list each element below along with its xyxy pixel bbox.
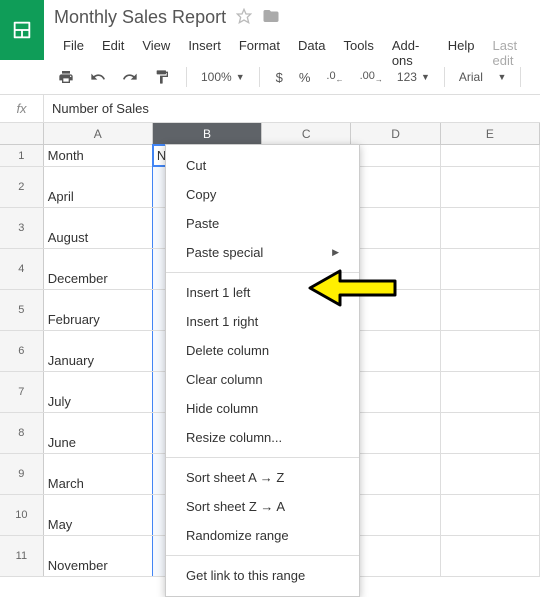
- number-format-dropdown[interactable]: 123 ▼: [393, 70, 434, 84]
- context-clear-column[interactable]: Clear column: [166, 365, 359, 394]
- select-all-corner[interactable]: [0, 123, 44, 144]
- row-header[interactable]: 2: [0, 167, 44, 207]
- cell[interactable]: January: [44, 331, 153, 371]
- chevron-down-icon: ▼: [498, 72, 507, 82]
- row-header[interactable]: 5: [0, 290, 44, 330]
- print-icon[interactable]: [52, 65, 80, 89]
- menu-separator: [166, 555, 359, 556]
- chevron-down-icon: ▼: [236, 72, 245, 82]
- row-header[interactable]: 8: [0, 413, 44, 453]
- chevron-down-icon: ▼: [421, 72, 430, 82]
- row-header[interactable]: 1: [0, 145, 44, 166]
- cell[interactable]: [441, 495, 540, 535]
- currency-format-button[interactable]: $: [270, 66, 289, 89]
- context-get-link[interactable]: Get link to this range: [166, 561, 359, 590]
- context-delete-column[interactable]: Delete column: [166, 336, 359, 365]
- cell[interactable]: [441, 290, 540, 330]
- formula-bar-input[interactable]: Number of Sales: [44, 101, 540, 116]
- decrease-decimal-button[interactable]: .0←: [320, 66, 349, 88]
- row-header[interactable]: 4: [0, 249, 44, 289]
- col-header-a[interactable]: A: [44, 123, 153, 144]
- cell[interactable]: [441, 249, 540, 289]
- sheets-logo[interactable]: [0, 0, 44, 60]
- col-header-d[interactable]: D: [351, 123, 440, 144]
- col-header-e[interactable]: E: [441, 123, 540, 144]
- cell[interactable]: [351, 372, 441, 412]
- increase-decimal-button[interactable]: .00→: [354, 66, 389, 88]
- cell[interactable]: May: [44, 495, 153, 535]
- cell[interactable]: [441, 454, 540, 494]
- context-resize-column[interactable]: Resize column...: [166, 423, 359, 452]
- cell[interactable]: [441, 145, 540, 166]
- cell[interactable]: [441, 372, 540, 412]
- context-cut[interactable]: Cut: [166, 151, 359, 180]
- undo-icon[interactable]: [84, 65, 112, 89]
- cell[interactable]: [351, 454, 441, 494]
- row-header[interactable]: 3: [0, 208, 44, 248]
- zoom-value: 100%: [201, 70, 232, 84]
- cell[interactable]: August: [44, 208, 153, 248]
- context-hide-column[interactable]: Hide column: [166, 394, 359, 423]
- font-name: Arial: [459, 70, 483, 84]
- context-sort-za[interactable]: Sort sheet Z → A: [166, 492, 359, 521]
- cell[interactable]: February: [44, 290, 153, 330]
- cell[interactable]: March: [44, 454, 153, 494]
- context-menu: Cut Copy Paste Paste special▶ Insert 1 l…: [165, 144, 360, 597]
- cell[interactable]: [441, 413, 540, 453]
- cell[interactable]: [441, 167, 540, 207]
- context-sort-az[interactable]: Sort sheet A → Z: [166, 463, 359, 492]
- star-icon[interactable]: [236, 8, 252, 27]
- context-randomize[interactable]: Randomize range: [166, 521, 359, 550]
- percent-format-button[interactable]: %: [293, 66, 317, 89]
- cell[interactable]: [351, 331, 441, 371]
- row-header[interactable]: 11: [0, 536, 44, 576]
- cell[interactable]: [351, 536, 441, 576]
- menu-help[interactable]: Help: [439, 34, 484, 72]
- row-header[interactable]: 9: [0, 454, 44, 494]
- cell[interactable]: [351, 495, 441, 535]
- menu-addons[interactable]: Add-ons: [383, 34, 439, 72]
- cell[interactable]: December: [44, 249, 153, 289]
- menu-separator: [166, 457, 359, 458]
- cell[interactable]: [351, 167, 441, 207]
- cell[interactable]: June: [44, 413, 153, 453]
- last-edit-label[interactable]: Last edit: [484, 34, 540, 72]
- cell[interactable]: November: [44, 536, 153, 576]
- context-copy[interactable]: Copy: [166, 180, 359, 209]
- document-title[interactable]: Monthly Sales Report: [54, 7, 226, 28]
- annotation-arrow: [305, 263, 405, 316]
- cell[interactable]: [351, 208, 441, 248]
- row-header[interactable]: 6: [0, 331, 44, 371]
- font-dropdown[interactable]: Arial ▼: [455, 70, 511, 84]
- cell[interactable]: Month: [44, 145, 153, 166]
- cell[interactable]: [441, 331, 540, 371]
- context-paste[interactable]: Paste: [166, 209, 359, 238]
- row-header[interactable]: 10: [0, 495, 44, 535]
- cell[interactable]: [351, 145, 440, 166]
- folder-icon[interactable]: [262, 7, 280, 28]
- col-header-c[interactable]: C: [262, 123, 351, 144]
- context-paste-special-label: Paste special: [186, 245, 263, 260]
- cell[interactable]: July: [44, 372, 153, 412]
- numfmt-label: 123: [397, 70, 417, 84]
- redo-icon[interactable]: [116, 65, 144, 89]
- cell[interactable]: [441, 536, 540, 576]
- cell[interactable]: April: [44, 167, 153, 207]
- cell[interactable]: [351, 413, 441, 453]
- zoom-dropdown[interactable]: 100% ▼: [197, 70, 249, 84]
- row-header[interactable]: 7: [0, 372, 44, 412]
- col-header-b[interactable]: B: [153, 123, 262, 144]
- paint-format-icon[interactable]: [148, 65, 176, 89]
- submenu-arrow-icon: ▶: [332, 247, 339, 258]
- cell[interactable]: [441, 208, 540, 248]
- fx-label: fx: [0, 95, 44, 122]
